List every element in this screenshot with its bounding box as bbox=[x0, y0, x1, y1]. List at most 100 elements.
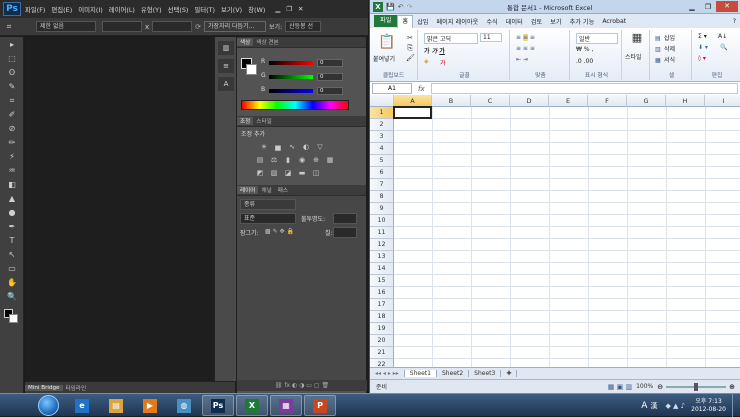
formula-input[interactable] bbox=[430, 83, 738, 94]
new-sheet-icon[interactable]: ✚ bbox=[501, 370, 518, 377]
language-indicator[interactable]: A bbox=[641, 401, 647, 411]
row-header-12[interactable]: 12 bbox=[370, 239, 394, 251]
row-header-19[interactable]: 19 bbox=[370, 323, 394, 335]
menu-layer[interactable]: 레이어(L) bbox=[109, 5, 135, 14]
red-value[interactable]: 0 bbox=[317, 59, 343, 67]
quick-select-tool-icon[interactable]: ✎ bbox=[2, 80, 22, 93]
row-header-8[interactable]: 8 bbox=[370, 191, 394, 203]
column-header-e[interactable]: E bbox=[549, 95, 588, 107]
row-header-9[interactable]: 9 bbox=[370, 203, 394, 215]
row-header-1[interactable]: 1 bbox=[370, 107, 394, 119]
sort-icon[interactable]: A↓ bbox=[718, 33, 727, 40]
menu-type[interactable]: 유형(Y) bbox=[141, 5, 162, 14]
type-tool-icon[interactable]: ↖ bbox=[2, 248, 22, 261]
bg-color-icon[interactable] bbox=[9, 314, 18, 323]
view-buttons[interactable]: ▦ ▣ ▥ bbox=[608, 383, 632, 391]
curves-icon[interactable]: ∿ bbox=[287, 143, 297, 152]
menu-select[interactable]: 선택(S) bbox=[168, 5, 189, 14]
fx-icon[interactable]: fx bbox=[418, 85, 425, 93]
lock-icons[interactable]: ▩ ✎ ✥ 🔒 bbox=[265, 228, 294, 235]
tray-icons[interactable]: ◆ ▲ ♪ bbox=[665, 402, 685, 410]
minimize-icon[interactable]: ▁ bbox=[275, 5, 280, 13]
history-brush-tool-icon[interactable]: ♒ bbox=[2, 164, 22, 177]
selective-icon[interactable]: ◫ bbox=[311, 169, 321, 178]
fill-color-icon[interactable]: ◈ bbox=[424, 58, 429, 65]
row-header-5[interactable]: 5 bbox=[370, 155, 394, 167]
taskbar-file-explorer[interactable]: ▤ bbox=[100, 395, 132, 416]
column-header-c[interactable]: C bbox=[471, 95, 510, 107]
font-name-select[interactable]: 맑은 고딕 bbox=[424, 33, 478, 44]
properties-icon[interactable]: ≡ bbox=[218, 59, 234, 73]
levels-icon[interactable]: ▅ bbox=[273, 143, 283, 152]
swap-icon[interactable]: x bbox=[145, 23, 149, 31]
row-header-13[interactable]: 13 bbox=[370, 251, 394, 263]
eraser-tool-icon[interactable]: ◧ bbox=[2, 178, 22, 191]
decimal-icons[interactable]: .0 .00 bbox=[576, 58, 593, 65]
hand-tool-icon[interactable]: 🔍 bbox=[2, 290, 22, 303]
tab-adjustments[interactable]: 조정 bbox=[237, 117, 254, 125]
currency-icons[interactable]: ₩ % , bbox=[576, 46, 593, 53]
tab-layers[interactable]: 레이어 bbox=[237, 186, 259, 194]
menu-filter[interactable]: 필터(T) bbox=[194, 5, 215, 14]
sheet-nav-icons[interactable]: ◂◂ ◂ ▸ ▸▸ bbox=[370, 370, 405, 377]
taskbar-photoshop[interactable]: Ps bbox=[202, 395, 234, 416]
exposure-icon[interactable]: ◐ bbox=[301, 143, 311, 152]
row-header-11[interactable]: 11 bbox=[370, 227, 394, 239]
taskbar-network[interactable]: ◍ bbox=[168, 395, 200, 416]
taskbar-internet-explorer[interactable]: e bbox=[66, 395, 98, 416]
bw-icon[interactable]: ▮ bbox=[283, 156, 293, 165]
ime-indicator[interactable]: 漢 bbox=[650, 401, 657, 411]
row-header-3[interactable]: 3 bbox=[370, 131, 394, 143]
row-header-18[interactable]: 18 bbox=[370, 311, 394, 323]
help-icon[interactable]: ? bbox=[729, 18, 740, 25]
align-top-icons[interactable]: ≡ ≡ ≡ bbox=[516, 34, 535, 41]
vibrance-icon[interactable]: ▽ bbox=[315, 143, 325, 152]
taskbar-winrar[interactable]: ▦ bbox=[270, 395, 302, 416]
row-header-4[interactable]: 4 bbox=[370, 143, 394, 155]
tab-paths[interactable]: 패스 bbox=[275, 186, 291, 194]
font-style-buttons[interactable]: 가 가 가 bbox=[424, 46, 445, 55]
align-left-icons[interactable]: ≡ ≡ ≡ bbox=[516, 45, 535, 52]
find-icon[interactable]: 🔍 bbox=[720, 44, 727, 51]
clear-icon[interactable]: ◊ ▾ bbox=[698, 55, 706, 62]
row-header-6[interactable]: 6 bbox=[370, 167, 394, 179]
row-header-21[interactable]: 21 bbox=[370, 347, 394, 359]
row-header-15[interactable]: 15 bbox=[370, 275, 394, 287]
width-input[interactable] bbox=[102, 21, 142, 32]
threshold-icon[interactable]: ◪ bbox=[283, 169, 293, 178]
document-canvas-area[interactable] bbox=[25, 37, 214, 381]
select-all-corner[interactable] bbox=[370, 95, 394, 107]
history-icon[interactable]: ▥ bbox=[218, 41, 234, 55]
column-header-g[interactable]: G bbox=[627, 95, 666, 107]
crop-tool-icon[interactable]: ⌗ bbox=[2, 94, 22, 107]
tab-styles[interactable]: 스타일 bbox=[253, 117, 274, 125]
tab-review[interactable]: 검토 bbox=[527, 17, 546, 26]
gradient-map-icon[interactable]: ▬ bbox=[297, 169, 307, 178]
font-color-icon[interactable]: 가 bbox=[440, 58, 446, 67]
close-icon[interactable]: ✕ bbox=[716, 1, 738, 12]
show-desktop-button[interactable] bbox=[732, 394, 740, 417]
column-header-b[interactable]: B bbox=[432, 95, 471, 107]
column-header-d[interactable]: D bbox=[510, 95, 549, 107]
column-header-f[interactable]: F bbox=[588, 95, 627, 107]
taskbar-excel[interactable]: X bbox=[236, 395, 268, 416]
fill-input[interactable] bbox=[333, 227, 357, 238]
indent-icons[interactable]: ⇤ ⇥ bbox=[516, 56, 528, 63]
menu-edit[interactable]: 편집(E) bbox=[51, 5, 72, 14]
tab-view[interactable]: 보기 bbox=[546, 17, 565, 26]
format-painter-icon[interactable]: 🖌 bbox=[406, 54, 415, 62]
tab-data[interactable]: 데이터 bbox=[502, 17, 527, 26]
marquee-tool-icon[interactable]: ⬚ bbox=[2, 52, 22, 65]
active-cell-a1[interactable] bbox=[393, 106, 432, 119]
redo-icon[interactable]: ↷ bbox=[407, 3, 413, 11]
blur-tool-icon[interactable]: ● bbox=[2, 206, 22, 219]
balance-icon[interactable]: ⚖ bbox=[269, 156, 279, 165]
spot-heal-tool-icon[interactable]: ⊘ bbox=[2, 122, 22, 135]
autosum-icon[interactable]: Σ ▾ bbox=[698, 33, 707, 40]
fill-icon[interactable]: ⬇ ▾ bbox=[698, 44, 708, 51]
maximize-icon[interactable]: ❐ bbox=[700, 3, 716, 11]
save-icon[interactable]: 💾 bbox=[386, 3, 395, 11]
zoom-slider[interactable] bbox=[666, 382, 727, 391]
lasso-tool-icon[interactable]: ʘ bbox=[2, 66, 22, 79]
eyedropper-tool-icon[interactable]: ✐ bbox=[2, 108, 22, 121]
